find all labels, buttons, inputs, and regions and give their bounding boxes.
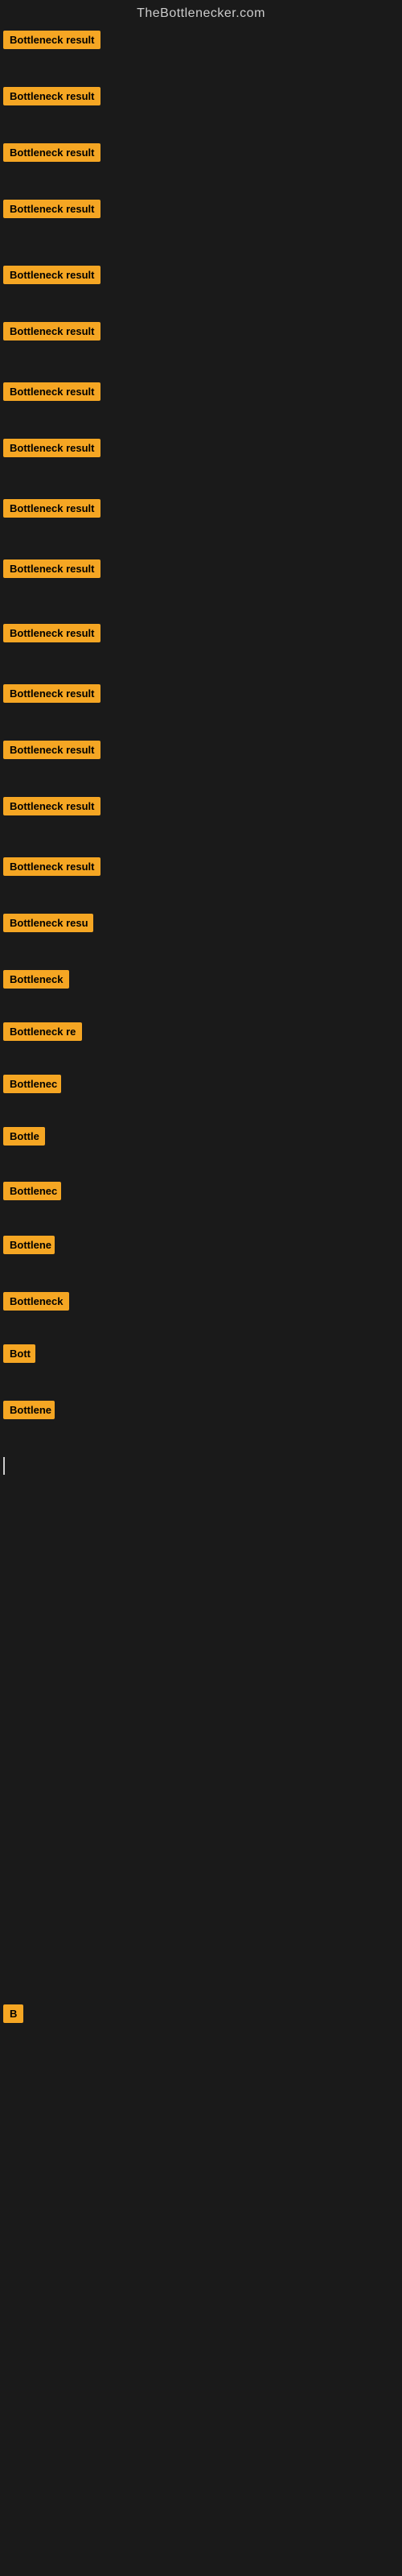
bottleneck-badge[interactable]: Bottleneck result [3, 684, 100, 703]
bottleneck-badge-row: Bottleneck [3, 1292, 69, 1315]
bottleneck-badge[interactable]: Bottleneck result [3, 200, 100, 218]
bottleneck-badge-row: Bott [3, 1344, 35, 1367]
page-container: TheBottlenecker.com Bottleneck result Bot… [0, 0, 402, 2576]
bottleneck-badge[interactable]: Bottle [3, 1127, 45, 1146]
bottom-badge[interactable]: B [3, 2004, 23, 2023]
bottleneck-badge-row: Bottleneck result [3, 266, 100, 288]
bottleneck-badge[interactable]: Bottleneck result [3, 31, 100, 49]
bottleneck-badge[interactable]: Bottleneck result [3, 382, 100, 401]
bottleneck-badge-row: Bottle [3, 1127, 45, 1150]
bottleneck-badge-row: Bottleneck re [3, 1022, 82, 1045]
bottleneck-badge[interactable]: Bottlene [3, 1401, 55, 1419]
bottleneck-badge-row: Bottleneck resu [3, 914, 93, 936]
bottleneck-badge-row: Bottleneck result [3, 684, 100, 707]
bottleneck-badge[interactable]: Bottleneck [3, 1292, 69, 1311]
bottleneck-badge-row: Bottleneck result [3, 31, 100, 53]
bottleneck-badge[interactable]: Bottleneck result [3, 499, 100, 518]
site-title: TheBottlenecker.com [0, 0, 402, 31]
bottleneck-badge-row: Bottleneck result [3, 439, 100, 461]
bottleneck-badge[interactable]: Bottlene [3, 1236, 55, 1254]
bottleneck-badge[interactable]: Bottleneck result [3, 741, 100, 759]
bottleneck-badge-row: Bottlenec [3, 1075, 61, 1097]
bottleneck-badge-row: Bottlene [3, 1236, 55, 1258]
bottleneck-badge-row: Bottleneck [3, 970, 69, 993]
bottleneck-badge[interactable]: Bottleneck result [3, 143, 100, 162]
bottleneck-badge-row: Bottleneck result [3, 200, 100, 222]
bottleneck-badge-row: Bottleneck result [3, 559, 100, 582]
bottleneck-badge[interactable]: Bottleneck result [3, 439, 100, 457]
bottleneck-badge[interactable]: Bottleneck result [3, 857, 100, 876]
text-cursor [3, 1457, 5, 1475]
bottleneck-badge[interactable]: Bottleneck re [3, 1022, 82, 1041]
bottleneck-badge-row: Bottleneck result [3, 624, 100, 646]
bottleneck-badge[interactable]: Bottleneck result [3, 559, 100, 578]
bottleneck-badge[interactable]: Bottlenec [3, 1075, 61, 1093]
bottleneck-badge-row: Bottleneck result [3, 87, 100, 109]
bottleneck-badge[interactable]: Bottleneck resu [3, 914, 93, 932]
bottleneck-badge[interactable]: Bottleneck [3, 970, 69, 989]
bottleneck-badge-row: Bottleneck result [3, 499, 100, 522]
bottleneck-badge-row: Bottleneck result [3, 797, 100, 819]
bottleneck-badge-row: Bottleneck result [3, 857, 100, 880]
bottleneck-badge-row: Bottleneck result [3, 322, 100, 345]
bottleneck-badge[interactable]: Bottleneck result [3, 322, 100, 341]
bottleneck-badge[interactable]: Bottleneck result [3, 87, 100, 105]
bottleneck-badge[interactable]: Bottlenec [3, 1182, 61, 1200]
bottleneck-badge[interactable]: Bottleneck result [3, 266, 100, 284]
bottleneck-badge-row: Bottlenec [3, 1182, 61, 1204]
bottom-badge-row: B [3, 2004, 23, 2023]
bottleneck-badge-row: Bottleneck result [3, 143, 100, 166]
bottleneck-badge-row: Bottleneck result [3, 741, 100, 763]
bottleneck-badge[interactable]: Bott [3, 1344, 35, 1363]
bottleneck-badge-row: Bottleneck result [3, 382, 100, 405]
bottleneck-badge[interactable]: Bottleneck result [3, 624, 100, 642]
bottleneck-badge-row: Bottlene [3, 1401, 55, 1423]
bottleneck-badge[interactable]: Bottleneck result [3, 797, 100, 815]
